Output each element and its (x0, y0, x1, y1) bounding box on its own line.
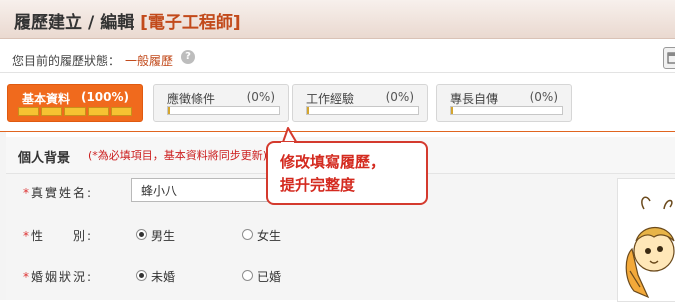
marital-label: * 婚姻狀況: (23, 268, 93, 285)
tab-label: 基本資料 (22, 92, 71, 106)
title-sub: 編輯 (100, 13, 135, 33)
resume-status-bar: 您目前的履歷狀態： 一般履歷 ? (0, 44, 675, 73)
resume-tabs: 基本資料 (100%) 應徵條件 (0%) 工作經驗 (0%) 專長自傳 (0%… (2, 79, 583, 129)
bee-mascot-avatar (617, 178, 675, 302)
hint-callout: 修改填寫履歷， 提升完整度 (266, 141, 428, 205)
tab-percent: (0%) (529, 90, 558, 104)
progress-segment (41, 107, 63, 116)
tab-basic-info[interactable]: 基本資料 (100%) (7, 84, 143, 122)
progress-segment (18, 107, 40, 116)
tab-progress-bar (450, 106, 563, 115)
name-label-text: 真實姓名: (31, 186, 94, 200)
tab-work-experience[interactable]: 工作經驗 (0%) (292, 84, 428, 122)
page-header: 履歷建立 / 編輯 [電子工程師] (0, 0, 675, 39)
tab-percent: (100%) (80, 90, 129, 104)
page-title: 履歷建立 / 編輯 [電子工程師] (14, 8, 241, 33)
title-main: 履歷建立 (14, 13, 82, 33)
required-mark: * (23, 186, 29, 200)
callout-pointer-mask (281, 142, 294, 146)
tab-label: 工作經驗 (306, 92, 355, 106)
progress-segment (64, 107, 86, 116)
tab-label: 專長自傳 (450, 92, 499, 106)
divider (0, 131, 675, 132)
gender-label-text: 性 別: (31, 229, 94, 243)
required-mark: * (23, 229, 29, 243)
marital-married-radio[interactable] (242, 270, 253, 281)
progress-segment (110, 107, 133, 116)
gender-label: * 性 別: (23, 227, 93, 244)
tab-percent: (0%) (385, 90, 414, 104)
question-circle-icon[interactable]: ? (181, 50, 195, 64)
progress-fill (451, 107, 453, 114)
progress-fill (307, 107, 309, 114)
name-label: * 真實姓名: (23, 184, 93, 201)
progress-segment (87, 107, 109, 116)
tab-skills-autobiography[interactable]: 專長自傳 (0%) (436, 84, 572, 122)
tab-progress-bar (167, 106, 280, 115)
tab-label: 應徵條件 (167, 92, 216, 106)
tab-percent: (0%) (246, 90, 275, 104)
callout-text: 修改填寫履歷， 提升完整度 (280, 151, 385, 197)
title-separator: / (88, 13, 95, 33)
gender-male-radio[interactable] (136, 229, 147, 240)
marital-single-label[interactable]: 未婚 (151, 268, 175, 285)
tab-job-conditions[interactable]: 應徵條件 (0%) (153, 84, 289, 122)
resume-name: [電子工程師] (140, 13, 241, 33)
gender-female-radio[interactable] (242, 229, 253, 240)
gender-female-label[interactable]: 女生 (257, 227, 281, 244)
marital-married-label[interactable]: 已婚 (257, 268, 281, 285)
tab-progress-bar (306, 106, 419, 115)
window-icon[interactable] (663, 47, 675, 69)
marital-single-radio[interactable] (136, 270, 147, 281)
marital-label-text: 婚姻狀況: (31, 270, 94, 284)
required-mark: * (23, 270, 29, 284)
status-label: 您目前的履歷狀態： (12, 54, 121, 68)
callout-line-1: 修改填寫履歷， (280, 153, 386, 171)
progress-fill (168, 107, 170, 114)
name-input[interactable] (131, 178, 281, 202)
gender-male-label[interactable]: 男生 (151, 227, 175, 244)
tab-progress-bar (18, 107, 133, 116)
section-note: (*為必填項目，基本資料將同步更新) (88, 149, 266, 162)
status-value-link[interactable]: 一般履歷 (125, 52, 173, 69)
section-title: 個人背景 (18, 151, 71, 166)
callout-line-2: 提升完整度 (280, 176, 356, 194)
